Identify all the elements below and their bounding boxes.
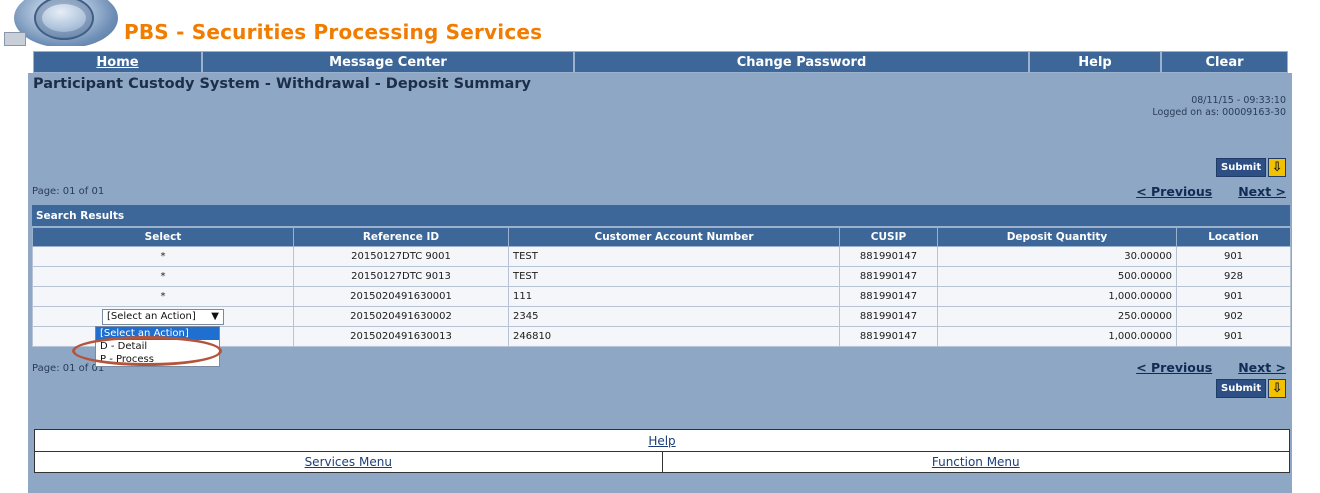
next-link[interactable]: Next > — [1238, 360, 1286, 375]
quantity-cell: 250.00000 — [937, 306, 1177, 327]
quantity-cell: 1,000.00000 — [937, 286, 1177, 307]
submit-label: Submit — [1216, 379, 1267, 398]
arrow-down-icon: ⇩ — [1268, 379, 1287, 398]
action-select[interactable]: [Select an Action] ▼ — [102, 308, 224, 325]
page-title: Participant Custody System - Withdrawal … — [33, 76, 531, 92]
cusip-cell: 881990147 — [839, 246, 938, 267]
select-cell[interactable]: * — [32, 266, 294, 287]
search-results: Search Results Select Reference ID Custo… — [32, 205, 1291, 347]
footer-function-menu-link[interactable]: Function Menu — [661, 452, 1290, 472]
quantity-cell: 30.00000 — [937, 246, 1177, 267]
table-row: * 20150127DTC 9013 TEST 881990147 500.00… — [32, 266, 1291, 287]
submit-button-bottom[interactable]: Submit ⇩ — [1216, 379, 1287, 398]
submit-label: Submit — [1216, 158, 1267, 177]
table-row: [Select an Action] ▼ 2015020491630002 23… — [32, 306, 1291, 327]
select-cell: [Select an Action] ▼ — [32, 306, 294, 327]
account-cell: TEST — [508, 266, 840, 287]
quantity-cell: 500.00000 — [937, 266, 1177, 287]
top-nav: Home Message Center Change Password Help… — [33, 51, 1288, 73]
reference-id-cell: 20150127DTC 9013 — [293, 266, 509, 287]
dropdown-arrow-icon: ▼ — [211, 311, 219, 322]
select-cell[interactable]: * — [32, 246, 294, 267]
footer-menu: Help Services Menu Function Menu — [34, 429, 1290, 473]
table-row: * 20150127DTC 9001 TEST 881990147 30.000… — [32, 246, 1291, 267]
results-table: Select Reference ID Customer Account Num… — [32, 227, 1291, 347]
table-header-row: Select Reference ID Customer Account Num… — [32, 227, 1291, 247]
search-results-heading: Search Results — [32, 205, 1290, 227]
datetime: 08/11/15 - 09:33:10 — [1191, 95, 1286, 106]
table-row: * 2015020491630001 111 881990147 1,000.0… — [32, 286, 1291, 307]
select-cell[interactable]: * — [32, 286, 294, 307]
session-info: 08/11/15 - 09:33:10 Logged on as: 000091… — [1152, 95, 1286, 119]
location-cell: 901 — [1176, 246, 1291, 267]
col-select: Select — [32, 227, 294, 247]
nav-change-password[interactable]: Change Password — [574, 51, 1029, 73]
location-cell: 901 — [1176, 326, 1291, 347]
table-row: 2015020491630013 246810 881990147 1,000.… — [32, 326, 1291, 347]
nav-message-center[interactable]: Message Center — [202, 51, 574, 73]
footer-services-menu-link[interactable]: Services Menu — [35, 452, 662, 472]
highlight-circle — [72, 336, 222, 366]
previous-link[interactable]: < Previous — [1136, 184, 1212, 199]
main-content: Participant Custody System - Withdrawal … — [28, 73, 1292, 493]
location-cell: 902 — [1176, 306, 1291, 327]
submit-button-top[interactable]: Submit ⇩ — [1216, 158, 1287, 177]
quantity-cell: 1,000.00000 — [937, 326, 1177, 347]
col-reference-id: Reference ID — [293, 227, 509, 247]
page-indicator-bottom: Page: 01 of 01 — [32, 363, 105, 374]
account-cell: 2345 — [508, 306, 840, 327]
col-customer-account: Customer Account Number — [508, 227, 840, 247]
app-header: PBS - Securities Processing Services — [0, 0, 1320, 46]
col-location: Location — [1176, 227, 1291, 247]
reference-id-cell: 2015020491630002 — [293, 306, 509, 327]
account-cell: TEST — [508, 246, 840, 267]
cusip-cell: 881990147 — [839, 306, 938, 327]
nav-help[interactable]: Help — [1029, 51, 1161, 73]
reference-id-cell: 2015020491630013 — [293, 326, 509, 347]
next-link[interactable]: Next > — [1238, 184, 1286, 199]
previous-link[interactable]: < Previous — [1136, 360, 1212, 375]
account-cell: 246810 — [508, 326, 840, 347]
page-indicator-top: Page: 01 of 01 — [32, 186, 105, 197]
app-title: PBS - Securities Processing Services — [124, 20, 543, 44]
nav-home[interactable]: Home — [33, 51, 202, 73]
pbs-logo — [0, 0, 122, 46]
location-cell: 901 — [1176, 286, 1291, 307]
reference-id-cell: 20150127DTC 9001 — [293, 246, 509, 267]
cusip-cell: 881990147 — [839, 286, 938, 307]
pager-bottom: < Previous Next > — [1136, 360, 1286, 375]
arrow-down-icon: ⇩ — [1268, 158, 1287, 177]
cusip-cell: 881990147 — [839, 266, 938, 287]
nav-clear[interactable]: Clear — [1161, 51, 1288, 73]
logged-on-as: Logged on as: 00009163-30 — [1152, 107, 1286, 118]
col-cusip: CUSIP — [839, 227, 938, 247]
location-cell: 928 — [1176, 266, 1291, 287]
cusip-cell: 881990147 — [839, 326, 938, 347]
footer-help-link[interactable]: Help — [35, 430, 1289, 451]
reference-id-cell: 2015020491630001 — [293, 286, 509, 307]
account-cell: 111 — [508, 286, 840, 307]
col-deposit-quantity: Deposit Quantity — [937, 227, 1177, 247]
action-select-value: [Select an Action] — [107, 311, 196, 322]
pager-top: < Previous Next > — [1136, 184, 1286, 199]
